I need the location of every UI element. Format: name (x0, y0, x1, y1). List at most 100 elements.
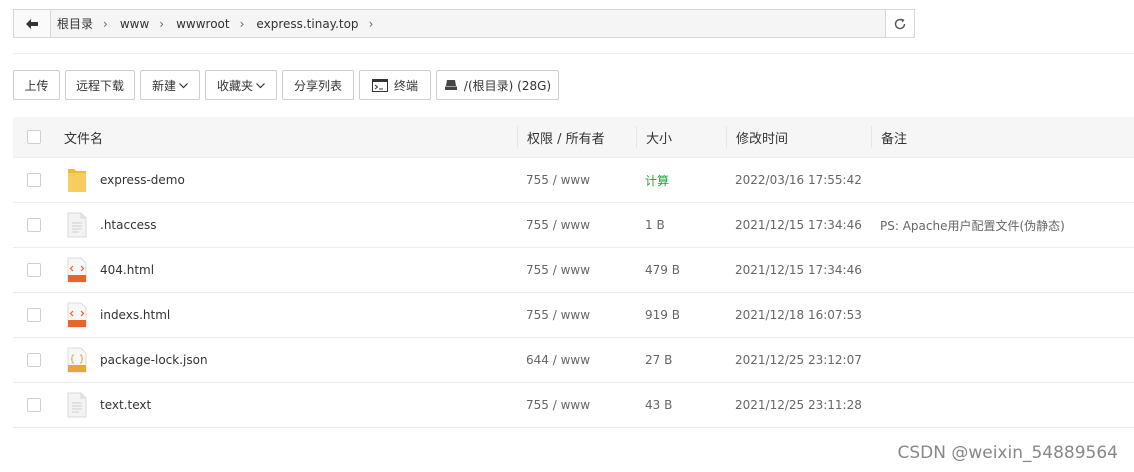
mtime-cell: 2021/12/25 23:11:28 (735, 398, 862, 412)
divider (13, 53, 1134, 54)
mtime-cell: 2021/12/15 17:34:46 (735, 218, 862, 232)
toolbar: 上传 远程下载 新建 收藏夹 分享列表 终端 /(根目录) (28G) (13, 69, 564, 101)
size-cell: 919 B (645, 308, 680, 322)
favorites-dropdown-button[interactable]: 收藏夹 (205, 70, 277, 100)
breadcrumb-label: express.tinay.top (256, 16, 359, 31)
row-check-cell (13, 398, 55, 412)
breadcrumb-item-root[interactable]: 根目录 › (57, 15, 120, 32)
col-header-label: 大小 (646, 131, 673, 147)
mtime-cell: 2022/03/16 17:55:42 (735, 173, 862, 187)
breadcrumb-label: www (119, 16, 150, 31)
select-all-cell (13, 130, 55, 144)
col-header-name[interactable]: 文件名 (55, 128, 517, 147)
file-name-link[interactable]: express-demo (100, 173, 185, 187)
file-name-link[interactable]: text.text (100, 398, 151, 412)
breadcrumb-label: wwwroot (176, 16, 230, 31)
note-cell[interactable] (871, 158, 1134, 202)
table-row[interactable]: package-lock.json 644 / www 27 B 2021/12… (13, 338, 1134, 383)
table-row[interactable]: .htaccess 755 / www 1 B 2021/12/15 17:34… (13, 203, 1134, 248)
col-header-mtime[interactable]: 修改时间 (726, 126, 871, 148)
perm-cell[interactable]: 755 / www (517, 203, 636, 247)
row-check-cell (13, 173, 55, 187)
remote-download-button[interactable]: 远程下载 (65, 70, 135, 100)
note-cell[interactable] (871, 338, 1134, 382)
perm-cell[interactable]: 755 / www (517, 248, 636, 292)
table-row[interactable]: indexs.html 755 / www 919 B 2021/12/18 1… (13, 293, 1134, 338)
row-check-cell (13, 353, 55, 367)
name-cell: package-lock.json (55, 345, 517, 375)
json-file-icon (65, 345, 89, 375)
chevron-down-icon (256, 78, 265, 92)
text-file-icon (65, 210, 89, 240)
table-row[interactable]: express-demo 755 / www 计算 2022/03/16 17:… (13, 158, 1134, 203)
row-checkbox[interactable] (27, 308, 41, 322)
note-cell[interactable]: PS: Apache用户配置文件(伪静态) (871, 203, 1134, 247)
breadcrumb: 根目录 › www › wwwroot › express.tinay.top … (51, 10, 885, 37)
perm-cell[interactable]: 644 / www (517, 338, 636, 382)
name-cell: .htaccess (55, 210, 517, 240)
breadcrumb-label: 根目录 (57, 17, 94, 31)
upload-label: 上传 (24, 78, 49, 93)
terminal-label: 终端 (393, 78, 418, 93)
col-header-size[interactable]: 大小 (636, 126, 726, 148)
mtime-cell: 2021/12/18 16:07:53 (735, 308, 862, 322)
chevron-right-icon: › (368, 16, 374, 31)
breadcrumb-item-www[interactable]: www › (120, 17, 176, 31)
terminal-button[interactable]: 终端 (359, 70, 431, 100)
table-header: 文件名 权限 / 所有者 大小 修改时间 备注 (13, 117, 1134, 158)
col-header-label: 修改时间 (736, 131, 789, 147)
file-name-link[interactable]: package-lock.json (100, 353, 208, 367)
refresh-button[interactable] (885, 10, 914, 37)
row-checkbox[interactable] (27, 353, 41, 367)
upload-button[interactable]: 上传 (13, 70, 60, 100)
file-name-link[interactable]: .htaccess (100, 218, 157, 232)
row-checkbox[interactable] (27, 218, 41, 232)
note-cell[interactable] (871, 248, 1134, 292)
breadcrumb-item-wwwroot[interactable]: wwwroot › (176, 17, 256, 31)
back-button[interactable] (14, 10, 51, 37)
col-header-note: 备注 (871, 126, 1134, 148)
chevron-down-icon (179, 78, 188, 92)
file-table: 文件名 权限 / 所有者 大小 修改时间 备注 express-demo 755… (13, 117, 1134, 428)
size-cell: 1 B (645, 218, 665, 232)
folder-icon (65, 165, 89, 195)
mtime-cell: 2021/12/25 23:12:07 (735, 353, 862, 367)
file-name-link[interactable]: 404.html (100, 263, 154, 277)
calculate-size-link[interactable]: 计算 (645, 172, 669, 189)
col-header-perm[interactable]: 权限 / 所有者 (517, 126, 636, 148)
table-row[interactable]: 404.html 755 / www 479 B 2021/12/15 17:3… (13, 248, 1134, 293)
breadcrumb-item-site[interactable]: express.tinay.top › (256, 17, 385, 31)
share-list-button[interactable]: 分享列表 (282, 70, 354, 100)
disk-button[interactable]: /(根目录) (28G) (436, 70, 559, 100)
hard-drive-icon (444, 79, 458, 91)
html-file-icon (65, 300, 89, 330)
new-label: 新建 (151, 78, 176, 93)
size-cell: 计算 (636, 158, 726, 202)
note-cell[interactable] (871, 383, 1134, 427)
file-name-link[interactable]: indexs.html (100, 308, 170, 322)
terminal-icon (371, 78, 388, 92)
table-row[interactable]: text.text 755 / www 43 B 2021/12/25 23:1… (13, 383, 1134, 428)
select-all-checkbox[interactable] (27, 130, 41, 144)
perm-cell[interactable]: 755 / www (517, 293, 636, 337)
refresh-icon (894, 18, 906, 29)
remote-download-label: 远程下载 (75, 78, 124, 93)
chevron-right-icon: › (103, 16, 108, 31)
col-header-label: 备注 (881, 131, 908, 147)
row-checkbox[interactable] (27, 398, 41, 412)
text-file-icon (65, 390, 89, 420)
row-checkbox[interactable] (27, 173, 41, 187)
name-cell: 404.html (55, 255, 517, 285)
size-cell: 479 B (645, 263, 680, 277)
name-cell: express-demo (55, 165, 517, 195)
note-cell[interactable] (871, 293, 1134, 337)
chevron-right-icon: › (239, 16, 245, 31)
perm-cell[interactable]: 755 / www (517, 383, 636, 427)
perm-cell[interactable]: 755 / www (517, 158, 636, 202)
chevron-right-icon: › (159, 16, 165, 31)
path-bar: 根目录 › www › wwwroot › express.tinay.top … (13, 9, 915, 38)
row-checkbox[interactable] (27, 263, 41, 277)
new-dropdown-button[interactable]: 新建 (140, 70, 200, 100)
name-cell: indexs.html (55, 300, 517, 330)
col-header-label: 文件名 (64, 131, 104, 147)
